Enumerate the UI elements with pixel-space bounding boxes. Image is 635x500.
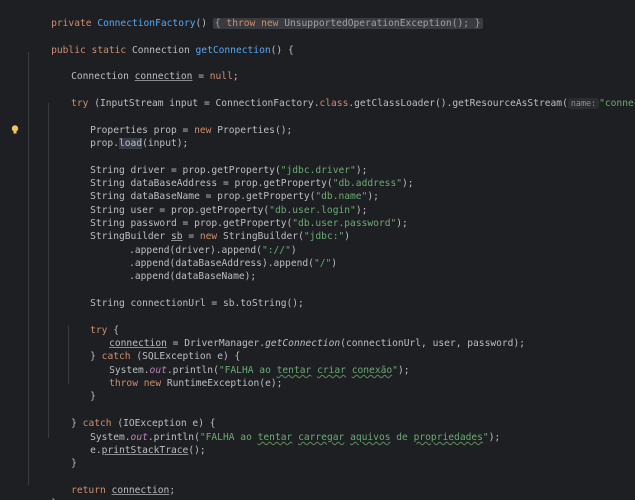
return-type: Connection xyxy=(131,45,196,56)
code-line-6[interactable]: prop.load(input); xyxy=(67,124,188,149)
code-line-1[interactable]: private ConnectionFactory() { throw new … xyxy=(28,4,483,29)
code-line-18[interactable]: connection = DriverManager.getConnection… xyxy=(86,324,525,349)
constructor-parens: () xyxy=(195,18,213,29)
string-literal: "jdbc:" xyxy=(303,231,345,242)
load-args: (input); xyxy=(142,138,189,149)
append-call: .append(dataBaseName); xyxy=(129,271,257,282)
properties-ctor: Properties(); xyxy=(217,125,293,136)
exception-call: UnsupportedOperationException(); xyxy=(284,18,475,29)
code-line-12[interactable]: StringBuilder sb = new StringBuilder("jd… xyxy=(67,217,350,242)
code-line-19[interactable]: } catch (SQLException e) { xyxy=(67,337,240,362)
keyword-throw-new: throw new xyxy=(109,378,167,389)
exception-ref: e. xyxy=(90,445,102,456)
keyword-new: new xyxy=(194,125,218,136)
call-end: ); xyxy=(397,365,410,376)
keyword-return: return xyxy=(71,485,112,496)
assign-op: = xyxy=(192,71,210,82)
runtime-exception: RuntimeException(e); xyxy=(166,378,283,389)
constructor-name: ConnectionFactory xyxy=(97,18,196,29)
code-line-2[interactable]: public static Connection getConnection()… xyxy=(28,31,294,56)
call-args: (connectionUrl, user, password); xyxy=(340,338,526,349)
parameter-hint: name: xyxy=(567,98,600,109)
code-line-28[interactable]: } xyxy=(28,484,57,500)
method-load: load xyxy=(119,138,143,149)
string-literal: de xyxy=(390,432,414,443)
keyword-private: private xyxy=(51,18,98,29)
typo-word: aquivos xyxy=(350,432,391,443)
code-line-25[interactable]: e.printStackTrace(); xyxy=(67,431,206,456)
try-resource: (InputStream input = ConnectionFactory. xyxy=(94,98,320,109)
code-editor[interactable]: private ConnectionFactory() { throw new … xyxy=(0,0,635,500)
code-line-22[interactable]: } xyxy=(67,377,96,402)
keyword-class: class xyxy=(319,98,349,109)
typo-word: criar xyxy=(317,365,346,376)
ctor-end: ) xyxy=(344,231,351,242)
variable-connection: connection xyxy=(111,485,170,496)
call-end: ); xyxy=(488,432,501,443)
editor-gutter[interactable] xyxy=(0,0,20,500)
indent-guide xyxy=(48,103,49,438)
folded-region[interactable]: { throw new UnsupportedOperationExceptio… xyxy=(212,18,483,29)
keyword-null: null xyxy=(209,71,233,82)
fold-close-brace: } xyxy=(474,18,481,29)
code-line-23[interactable]: } catch (IOException e) { xyxy=(48,404,215,429)
lightbulb-icon[interactable] xyxy=(11,125,19,134)
code-line-24[interactable]: System.out.println("FALHA ao tentar carr… xyxy=(67,418,500,443)
code-line-17[interactable]: try { xyxy=(67,311,119,336)
code-line-26[interactable]: } xyxy=(48,444,77,469)
string-literal: "connection.properties" xyxy=(599,98,635,109)
keyword-throw-new: throw new xyxy=(220,18,285,29)
semicolon: ; xyxy=(169,485,176,496)
close-brace: } xyxy=(90,391,96,402)
indent-guide xyxy=(28,52,29,485)
connection-url-decl: String connectionUrl = sb.toString(); xyxy=(90,298,304,309)
typo-word: propriedades xyxy=(413,432,483,443)
typo-word: tentar xyxy=(257,432,293,443)
method-name: getConnection xyxy=(195,45,271,56)
code-line-16[interactable]: String connectionUrl = sb.toString(); xyxy=(67,284,304,309)
code-line-3[interactable]: Connection connection = null; xyxy=(48,57,239,82)
code-line-5[interactable]: Properties prop = new Properties(); xyxy=(67,111,292,136)
type-name: Connection xyxy=(71,71,135,82)
variable-connection: connection xyxy=(134,71,193,82)
resource-call: .getClassLoader().getResourceAsStream( xyxy=(348,98,568,109)
static-method-getconnection: getConnection xyxy=(265,338,341,349)
code-line-13[interactable]: .append(driver).append("://") xyxy=(106,231,297,256)
string-literal: "/" xyxy=(313,258,332,269)
prop-ref: prop. xyxy=(90,138,119,149)
code-line-21[interactable]: throw new RuntimeException(e); xyxy=(86,364,282,389)
method-signature-end: () { xyxy=(270,45,294,56)
stmt-end: ); xyxy=(402,178,414,189)
code-line-20[interactable]: System.out.println("FALHA ao tentar cria… xyxy=(86,351,409,376)
call-end: ) xyxy=(331,258,338,269)
code-line-11[interactable]: String password = prop.getProperty("db.u… xyxy=(67,204,408,229)
code-line-14[interactable]: .append(dataBaseAddress).append("/") xyxy=(106,244,337,269)
code-line-7[interactable]: String driver = prop.getProperty("jdbc.d… xyxy=(67,151,367,176)
stmt-end: ); xyxy=(367,191,379,202)
code-line-9[interactable]: String dataBaseName = prop.getProperty("… xyxy=(67,177,379,202)
code-line-4[interactable]: try (InputStream input = ConnectionFacto… xyxy=(48,84,635,109)
string-literal: "FALHA ao xyxy=(199,432,258,443)
code-line-10[interactable]: String user = prop.getProperty("db.user.… xyxy=(67,191,367,216)
stmt-end: ); xyxy=(396,218,408,229)
keyword-public-static: public static xyxy=(51,45,132,56)
code-line-8[interactable]: String dataBaseAddress = prop.getPropert… xyxy=(67,164,413,189)
typo-word: carregar xyxy=(298,432,345,443)
semicolon: ; xyxy=(232,71,239,82)
method-printstacktrace: printStackTrace xyxy=(101,445,189,456)
call-end: (); xyxy=(188,445,206,456)
typo-word: conexão xyxy=(351,365,393,376)
close-brace: } xyxy=(71,458,77,469)
keyword-try: try xyxy=(71,98,95,109)
code-line-15[interactable]: .append(dataBaseName); xyxy=(106,257,256,282)
code-line-27[interactable]: return connection; xyxy=(48,471,175,496)
